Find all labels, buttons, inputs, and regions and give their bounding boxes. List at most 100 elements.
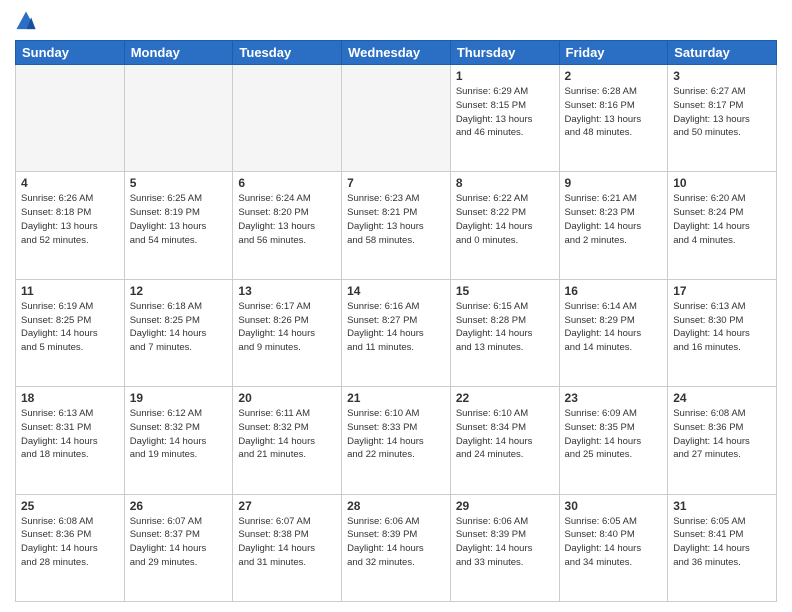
calendar-table: SundayMondayTuesdayWednesdayThursdayFrid… — [15, 40, 777, 602]
calendar-cell: 20 Sunrise: 6:11 AM Sunset: 8:32 PM Dayli… — [233, 387, 342, 494]
day-info: Sunrise: 6:16 AM Sunset: 8:27 PM Dayligh… — [347, 300, 445, 355]
day-info: Sunrise: 6:06 AM Sunset: 8:39 PM Dayligh… — [347, 515, 445, 570]
day-number: 12 — [130, 284, 228, 298]
calendar-cell: 14 Sunrise: 6:16 AM Sunset: 8:27 PM Dayli… — [342, 279, 451, 386]
calendar-cell: 25 Sunrise: 6:08 AM Sunset: 8:36 PM Dayli… — [16, 494, 125, 601]
day-info: Sunrise: 6:14 AM Sunset: 8:29 PM Dayligh… — [565, 300, 663, 355]
day-info: Sunrise: 6:13 AM Sunset: 8:30 PM Dayligh… — [673, 300, 771, 355]
calendar-cell: 6Sunrise: 6:24 AM Sunset: 8:20 PM Daylig… — [233, 172, 342, 279]
day-number: 11 — [21, 284, 119, 298]
day-number: 25 — [21, 499, 119, 513]
page: SundayMondayTuesdayWednesdayThursdayFrid… — [0, 0, 792, 612]
day-number: 14 — [347, 284, 445, 298]
calendar-header-wednesday: Wednesday — [342, 41, 451, 65]
calendar-cell: 16 Sunrise: 6:14 AM Sunset: 8:29 PM Dayli… — [559, 279, 668, 386]
day-number: 19 — [130, 391, 228, 405]
day-info: Sunrise: 6:05 AM Sunset: 8:41 PM Dayligh… — [673, 515, 771, 570]
day-number: 5 — [130, 176, 228, 190]
day-number: 31 — [673, 499, 771, 513]
calendar-cell: 28 Sunrise: 6:06 AM Sunset: 8:39 PM Dayli… — [342, 494, 451, 601]
day-info: Sunrise: 6:13 AM Sunset: 8:31 PM Dayligh… — [21, 407, 119, 462]
calendar-cell: 5 Sunrise: 6:25 AM Sunset: 8:19 PM Daylig… — [124, 172, 233, 279]
calendar-cell: 31 Sunrise: 6:05 AM Sunset: 8:41 PM Dayli… — [668, 494, 777, 601]
day-info: Sunrise: 6:07 AM Sunset: 8:38 PM Dayligh… — [238, 515, 336, 570]
day-info: Sunrise: 6:08 AM Sunset: 8:36 PM Dayligh… — [673, 407, 771, 462]
day-number: 10 — [673, 176, 771, 190]
day-number: 18 — [21, 391, 119, 405]
day-info: Sunrise: 6:10 AM Sunset: 8:34 PM Dayligh… — [456, 407, 554, 462]
day-number: 22 — [456, 391, 554, 405]
day-number: 7 — [347, 176, 445, 190]
calendar-cell: 13 Sunrise: 6:17 AM Sunset: 8:26 PM Dayli… — [233, 279, 342, 386]
calendar-cell: 7 Sunrise: 6:23 AM Sunset: 8:21 PM Daylig… — [342, 172, 451, 279]
calendar-cell: 8Sunrise: 6:22 AM Sunset: 8:22 PM Daylig… — [450, 172, 559, 279]
day-number: 3 — [673, 69, 771, 83]
calendar-cell: 18 Sunrise: 6:13 AM Sunset: 8:31 PM Dayli… — [16, 387, 125, 494]
calendar-cell: 22 Sunrise: 6:10 AM Sunset: 8:34 PM Dayli… — [450, 387, 559, 494]
calendar-cell: 1Sunrise: 6:29 AM Sunset: 8:15 PM Daylig… — [450, 65, 559, 172]
calendar-cell: 15Sunrise: 6:15 AM Sunset: 8:28 PM Dayli… — [450, 279, 559, 386]
calendar-cell: 21Sunrise: 6:10 AM Sunset: 8:33 PM Dayli… — [342, 387, 451, 494]
day-info: Sunrise: 6:21 AM Sunset: 8:23 PM Dayligh… — [565, 192, 663, 247]
day-info: Sunrise: 6:08 AM Sunset: 8:36 PM Dayligh… — [21, 515, 119, 570]
day-number: 15 — [456, 284, 554, 298]
day-number: 26 — [130, 499, 228, 513]
calendar-week-4: 18 Sunrise: 6:13 AM Sunset: 8:31 PM Dayli… — [16, 387, 777, 494]
day-info: Sunrise: 6:26 AM Sunset: 8:18 PM Dayligh… — [21, 192, 119, 247]
day-info: Sunrise: 6:23 AM Sunset: 8:21 PM Dayligh… — [347, 192, 445, 247]
calendar-cell: 19 Sunrise: 6:12 AM Sunset: 8:32 PM Dayli… — [124, 387, 233, 494]
calendar-cell — [124, 65, 233, 172]
day-number: 13 — [238, 284, 336, 298]
calendar-cell: 27Sunrise: 6:07 AM Sunset: 8:38 PM Dayli… — [233, 494, 342, 601]
day-info: Sunrise: 6:19 AM Sunset: 8:25 PM Dayligh… — [21, 300, 119, 355]
calendar-cell — [342, 65, 451, 172]
day-info: Sunrise: 6:06 AM Sunset: 8:39 PM Dayligh… — [456, 515, 554, 570]
header — [15, 10, 777, 32]
day-info: Sunrise: 6:18 AM Sunset: 8:25 PM Dayligh… — [130, 300, 228, 355]
day-number: 23 — [565, 391, 663, 405]
calendar-cell — [233, 65, 342, 172]
calendar-cell: 17Sunrise: 6:13 AM Sunset: 8:30 PM Dayli… — [668, 279, 777, 386]
day-info: Sunrise: 6:22 AM Sunset: 8:22 PM Dayligh… — [456, 192, 554, 247]
day-number: 29 — [456, 499, 554, 513]
calendar-week-1: 1Sunrise: 6:29 AM Sunset: 8:15 PM Daylig… — [16, 65, 777, 172]
day-info: Sunrise: 6:10 AM Sunset: 8:33 PM Dayligh… — [347, 407, 445, 462]
day-number: 24 — [673, 391, 771, 405]
calendar-week-2: 4 Sunrise: 6:26 AM Sunset: 8:18 PM Daylig… — [16, 172, 777, 279]
day-info: Sunrise: 6:12 AM Sunset: 8:32 PM Dayligh… — [130, 407, 228, 462]
day-info: Sunrise: 6:09 AM Sunset: 8:35 PM Dayligh… — [565, 407, 663, 462]
day-info: Sunrise: 6:05 AM Sunset: 8:40 PM Dayligh… — [565, 515, 663, 570]
calendar-cell: 11 Sunrise: 6:19 AM Sunset: 8:25 PM Dayli… — [16, 279, 125, 386]
day-number: 6 — [238, 176, 336, 190]
calendar-header-row: SundayMondayTuesdayWednesdayThursdayFrid… — [16, 41, 777, 65]
day-info: Sunrise: 6:29 AM Sunset: 8:15 PM Dayligh… — [456, 85, 554, 140]
calendar-header-monday: Monday — [124, 41, 233, 65]
day-info: Sunrise: 6:20 AM Sunset: 8:24 PM Dayligh… — [673, 192, 771, 247]
day-number: 2 — [565, 69, 663, 83]
day-number: 20 — [238, 391, 336, 405]
calendar-header-sunday: Sunday — [16, 41, 125, 65]
calendar-header-saturday: Saturday — [668, 41, 777, 65]
calendar-cell: 2 Sunrise: 6:28 AM Sunset: 8:16 PM Daylig… — [559, 65, 668, 172]
day-info: Sunrise: 6:11 AM Sunset: 8:32 PM Dayligh… — [238, 407, 336, 462]
day-number: 4 — [21, 176, 119, 190]
logo — [15, 10, 41, 32]
day-info: Sunrise: 6:25 AM Sunset: 8:19 PM Dayligh… — [130, 192, 228, 247]
day-info: Sunrise: 6:28 AM Sunset: 8:16 PM Dayligh… — [565, 85, 663, 140]
calendar-cell: 4 Sunrise: 6:26 AM Sunset: 8:18 PM Daylig… — [16, 172, 125, 279]
logo-icon — [15, 10, 37, 32]
day-number: 28 — [347, 499, 445, 513]
calendar-cell: 10 Sunrise: 6:20 AM Sunset: 8:24 PM Dayli… — [668, 172, 777, 279]
day-info: Sunrise: 6:07 AM Sunset: 8:37 PM Dayligh… — [130, 515, 228, 570]
day-number: 30 — [565, 499, 663, 513]
calendar-cell: 3 Sunrise: 6:27 AM Sunset: 8:17 PM Daylig… — [668, 65, 777, 172]
calendar-cell: 26 Sunrise: 6:07 AM Sunset: 8:37 PM Dayli… — [124, 494, 233, 601]
calendar-cell: 9Sunrise: 6:21 AM Sunset: 8:23 PM Daylig… — [559, 172, 668, 279]
day-info: Sunrise: 6:27 AM Sunset: 8:17 PM Dayligh… — [673, 85, 771, 140]
day-number: 16 — [565, 284, 663, 298]
calendar-cell — [16, 65, 125, 172]
day-info: Sunrise: 6:17 AM Sunset: 8:26 PM Dayligh… — [238, 300, 336, 355]
calendar-header-tuesday: Tuesday — [233, 41, 342, 65]
calendar-cell: 12 Sunrise: 6:18 AM Sunset: 8:25 PM Dayli… — [124, 279, 233, 386]
calendar-header-thursday: Thursday — [450, 41, 559, 65]
